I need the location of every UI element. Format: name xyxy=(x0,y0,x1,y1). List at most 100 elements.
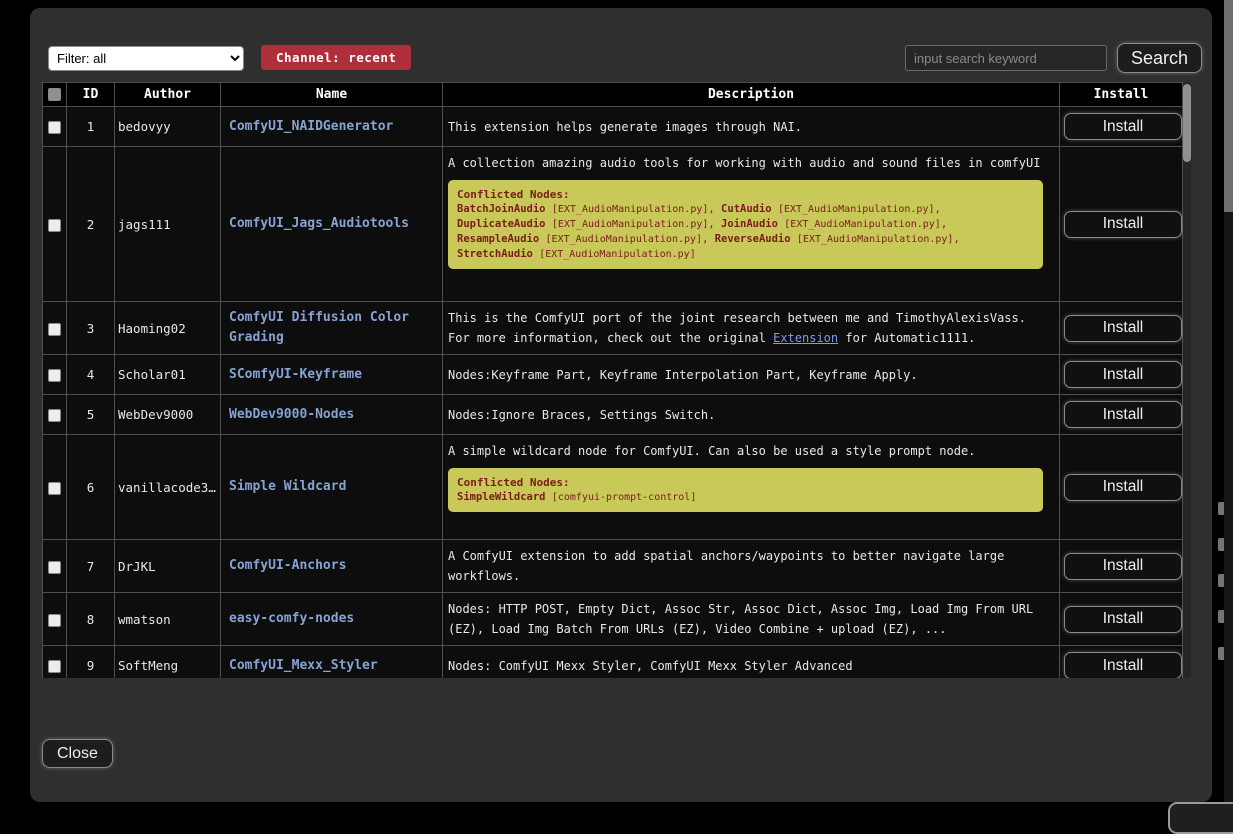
install-button[interactable]: Install xyxy=(1064,315,1182,342)
row-id: 5 xyxy=(67,395,115,435)
conflict-node-name: BatchJoinAudio xyxy=(457,203,546,215)
row-checkbox[interactable] xyxy=(48,323,61,336)
conflict-node-name: DuplicateAudio xyxy=(457,218,546,230)
row-checkbox[interactable] xyxy=(48,482,61,495)
conflict-item: CutAudio [EXT_AudioManipulation.py] xyxy=(721,203,941,215)
install-button[interactable]: Install xyxy=(1064,401,1182,428)
row-description: This extension helps generate images thr… xyxy=(443,107,1060,147)
row-checkbox[interactable] xyxy=(48,121,61,134)
table-row: 7 DrJKL ComfyUI-Anchors A ComfyUI extens… xyxy=(43,540,1183,593)
table-row: 4 Scholar01 SComfyUI-Keyframe Nodes:Keyf… xyxy=(43,355,1183,395)
filter-select[interactable]: Filter: all xyxy=(48,46,244,71)
row-checkbox[interactable] xyxy=(48,369,61,382)
search-button[interactable]: Search xyxy=(1117,43,1202,73)
row-id: 6 xyxy=(67,435,115,540)
background-ui-fragment xyxy=(1218,502,1224,515)
conflict-item: DuplicateAudio [EXT_AudioManipulation.py… xyxy=(457,218,721,230)
conflict-item: JoinAudio [EXT_AudioManipulation.py] xyxy=(721,218,947,230)
row-id: 3 xyxy=(67,302,115,355)
background-ui-fragment xyxy=(1218,610,1224,623)
conflict-node-source: [EXT_AudioManipulation.py] xyxy=(552,219,709,230)
table-row: 1 bedovyy ComfyUI_NAIDGenerator This ext… xyxy=(43,107,1183,147)
row-author: WebDev9000 xyxy=(115,395,221,435)
row-author: vanillacode314 xyxy=(115,435,221,540)
conflict-node-name: SimpleWildcard xyxy=(457,491,546,503)
extension-name-link[interactable]: ComfyUI-Anchors xyxy=(229,558,346,573)
install-button[interactable]: Install xyxy=(1064,361,1182,388)
table-row: 8 wmatson easy-comfy-nodes Nodes: HTTP P… xyxy=(43,593,1183,646)
custom-nodes-table: ID Author Name Description Install 1 bed… xyxy=(42,82,1183,678)
row-author: wmatson xyxy=(115,593,221,646)
install-button[interactable]: Install xyxy=(1064,113,1182,140)
table-row: 3 Haoming02 ComfyUI Diffusion Color Grad… xyxy=(43,302,1183,355)
row-checkbox[interactable] xyxy=(48,614,61,627)
row-checkbox[interactable] xyxy=(48,660,61,673)
install-button[interactable]: Install xyxy=(1064,606,1182,633)
extension-name-link[interactable]: ComfyUI_Mexx_Styler xyxy=(229,658,378,673)
conflict-node-source: [EXT_AudioManipulation.py] xyxy=(539,249,696,260)
conflict-node-source: [comfyui-prompt-control] xyxy=(552,492,697,503)
conflicted-nodes-title: Conflicted Nodes: xyxy=(457,187,1034,202)
row-description: A collection amazing audio tools for wor… xyxy=(443,147,1060,302)
conflict-node-source: [EXT_AudioManipulation.py] xyxy=(778,204,935,215)
extension-name-link[interactable]: Simple Wildcard xyxy=(229,479,346,494)
extension-name-link[interactable]: ComfyUI Diffusion Color Grading xyxy=(229,310,409,345)
table-scrollbar[interactable] xyxy=(1183,82,1191,678)
conflict-item: ReverseAudio [EXT_AudioManipulation.py] xyxy=(715,233,960,245)
table-row: 9 SoftMeng ComfyUI_Mexx_Styler Nodes: Co… xyxy=(43,646,1183,679)
row-author: Scholar01 xyxy=(115,355,221,395)
row-author: SoftMeng xyxy=(115,646,221,679)
table-row: 6 vanillacode314 Simple Wildcard A simpl… xyxy=(43,435,1183,540)
conflict-item: BatchJoinAudio [EXT_AudioManipulation.py… xyxy=(457,203,721,215)
install-button[interactable]: Install xyxy=(1064,652,1182,678)
column-header-name: Name xyxy=(221,83,443,107)
extension-name-link[interactable]: ComfyUI_Jags_Audiotools xyxy=(229,216,409,231)
row-description: This is the ComfyUI port of the joint re… xyxy=(443,302,1060,355)
extension-name-link[interactable]: WebDev9000-Nodes xyxy=(229,407,354,422)
row-id: 7 xyxy=(67,540,115,593)
close-button[interactable]: Close xyxy=(42,739,113,768)
row-checkbox[interactable] xyxy=(48,561,61,574)
row-description: Nodes:Keyframe Part, Keyframe Interpolat… xyxy=(443,355,1060,395)
row-author: bedovyy xyxy=(115,107,221,147)
extension-link[interactable]: Extension xyxy=(773,331,838,345)
page-scrollbar-thumb[interactable] xyxy=(1224,0,1233,212)
install-button[interactable]: Install xyxy=(1064,211,1182,238)
page-scrollbar[interactable] xyxy=(1224,0,1233,815)
row-description: Nodes: ComfyUI Mexx Styler, ComfyUI Mexx… xyxy=(443,646,1060,679)
select-all-checkbox[interactable] xyxy=(48,88,61,101)
conflict-item: ResampleAudio [EXT_AudioManipulation.py] xyxy=(457,233,715,245)
conflict-item: StretchAudio [EXT_AudioManipulation.py] xyxy=(457,248,696,260)
background-ui-fragment xyxy=(1218,574,1224,587)
background-ui-fragment xyxy=(1218,538,1224,551)
extension-name-link[interactable]: easy-comfy-nodes xyxy=(229,611,354,626)
row-id: 9 xyxy=(67,646,115,679)
column-header-description: Description xyxy=(443,83,1060,107)
row-description: Nodes:Ignore Braces, Settings Switch. xyxy=(443,395,1060,435)
column-header-install: Install xyxy=(1060,83,1183,107)
table-header-row: ID Author Name Description Install xyxy=(43,83,1183,107)
conflict-node-name: StretchAudio xyxy=(457,248,533,260)
row-checkbox[interactable] xyxy=(48,219,61,232)
column-header-id: ID xyxy=(67,83,115,107)
install-button[interactable]: Install xyxy=(1064,553,1182,580)
table-row: 2 jags111 ComfyUI_Jags_Audiotools A coll… xyxy=(43,147,1183,302)
table-row: 5 WebDev9000 WebDev9000-Nodes Nodes:Igno… xyxy=(43,395,1183,435)
conflict-node-name: CutAudio xyxy=(721,203,772,215)
install-button[interactable]: Install xyxy=(1064,474,1182,501)
table-scrollbar-thumb[interactable] xyxy=(1183,84,1191,162)
row-checkbox[interactable] xyxy=(48,409,61,422)
conflict-node-source: [EXT_AudioManipulation.py] xyxy=(552,204,709,215)
background-ui-fragment xyxy=(1218,647,1224,660)
search-input[interactable] xyxy=(905,45,1107,71)
extension-name-link[interactable]: ComfyUI_NAIDGenerator xyxy=(229,119,393,134)
conflict-node-name: ResampleAudio xyxy=(457,233,539,245)
custom-nodes-install-dialog: Filter: all Channel: recent Search ID Au… xyxy=(30,8,1212,802)
conflict-node-name: JoinAudio xyxy=(721,218,778,230)
extension-name-link[interactable]: SComfyUI-Keyframe xyxy=(229,367,362,382)
conflict-item: SimpleWildcard [comfyui-prompt-control] xyxy=(457,491,696,503)
row-author: Haoming02 xyxy=(115,302,221,355)
description-text: A collection amazing audio tools for wor… xyxy=(448,153,1043,173)
row-description: Nodes: HTTP POST, Empty Dict, Assoc Str,… xyxy=(443,593,1060,646)
column-header-author: Author xyxy=(115,83,221,107)
